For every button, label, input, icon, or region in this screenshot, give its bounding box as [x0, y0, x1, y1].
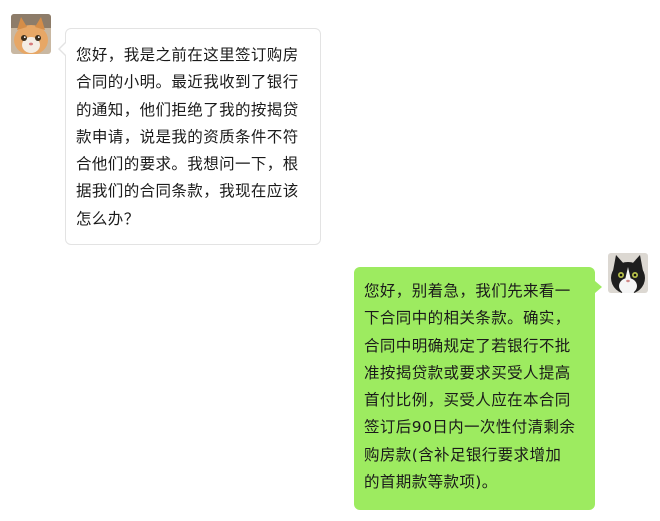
outgoing-message-bubble[interactable]: 您好，别着急，我们先来看一 下合同中的相关条款。确实， 合同中明确规定了若银行不…: [354, 267, 595, 510]
bubble-tail: [60, 43, 66, 55]
bubble-tail: [595, 281, 602, 293]
orange-cat-avatar-icon[interactable]: [11, 14, 51, 54]
incoming-message-bubble[interactable]: 您好，我是之前在这里签订购房 合同的小明。最近我收到了银行 的通知，他们拒绝了我…: [65, 28, 321, 245]
black-white-cat-avatar-icon[interactable]: [608, 253, 648, 293]
